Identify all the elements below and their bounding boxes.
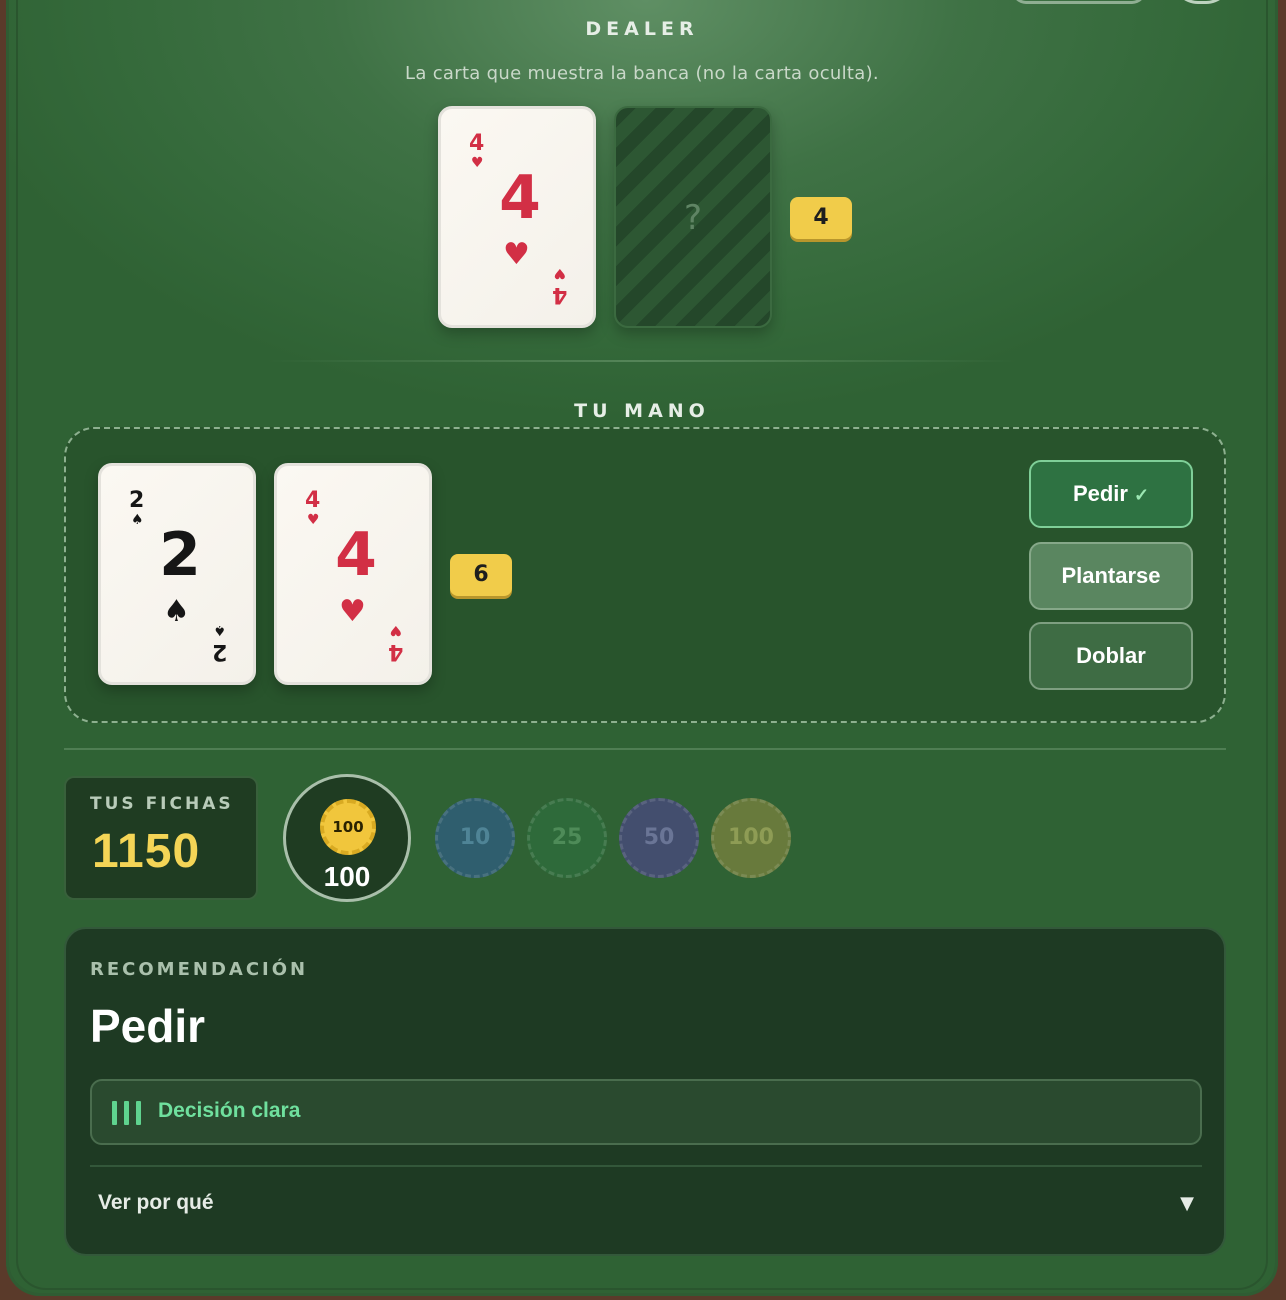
- hit-button-label: Pedir: [1072, 481, 1128, 506]
- confidence-badge: Decisión clara: [90, 1079, 1202, 1145]
- chip-balance-label: TUS FICHAS: [90, 794, 234, 814]
- recommendation-label: RECOMENDACIÓN: [90, 959, 309, 980]
- card-corner-rank: 4: [305, 488, 321, 513]
- top-menu-button[interactable]: [1012, 0, 1146, 4]
- bet-chip: 100: [320, 799, 376, 855]
- why-toggle-label: Ver por qué: [98, 1191, 214, 1214]
- bet-amount: 100: [323, 861, 371, 892]
- dealer-title: DEALER: [585, 18, 699, 40]
- chip-10[interactable]: 10: [435, 798, 515, 878]
- heart-icon: ♥: [503, 237, 530, 272]
- card-corner-rank: 2: [211, 639, 227, 664]
- card-corner-rank: 4: [469, 131, 485, 156]
- chip-25[interactable]: 25: [527, 798, 607, 878]
- heart-icon: ♥: [553, 265, 566, 281]
- top-round-button[interactable]: [1172, 0, 1232, 4]
- confidence-text: Decisión clara: [158, 1099, 301, 1122]
- chip-50[interactable]: 50: [619, 798, 699, 878]
- recommendation-panel: RECOMENDACIÓN Pedir Decisión clara Ver p…: [64, 927, 1226, 1256]
- recommendation-action: Pedir: [90, 1000, 206, 1052]
- stand-button[interactable]: Plantarse: [1029, 542, 1193, 610]
- hit-button[interactable]: Pedir ✓: [1029, 460, 1193, 528]
- question-icon: ?: [683, 198, 703, 238]
- card-corner-inverted: 2 ♠: [211, 622, 227, 664]
- double-button[interactable]: Doblar: [1029, 622, 1193, 690]
- player-total-badge: 6: [450, 554, 512, 596]
- chip-balance-box: TUS FICHAS 1150: [64, 776, 258, 900]
- dealer-subtitle: La carta que muestra la banca (no la car…: [405, 63, 879, 84]
- card-corner-inverted: 4 ♥: [387, 622, 403, 664]
- bet-spot[interactable]: 100 100: [283, 774, 411, 902]
- spade-icon: ♠: [163, 594, 190, 629]
- confidence-bars-icon: [112, 1101, 148, 1129]
- chevron-down-icon: ▼: [1180, 1193, 1194, 1214]
- chip-balance-value: 1150: [92, 825, 201, 878]
- heart-icon: ♥: [339, 594, 366, 629]
- heart-icon: ♥: [389, 622, 402, 638]
- player-card-2: 4 ♥ 4 ♥ 4 ♥: [274, 463, 432, 685]
- blackjack-table: DEALER La carta que muestra la banca (no…: [6, 0, 1278, 1296]
- dealer-hidden-card: ?: [614, 106, 772, 328]
- divider: [266, 360, 1018, 362]
- card-center-rank: 4: [499, 163, 541, 233]
- card-center-rank: 4: [335, 520, 377, 590]
- card-corner-rank: 4: [387, 639, 403, 664]
- chip-100[interactable]: 100: [711, 798, 791, 878]
- dealer-total-badge: 4: [790, 197, 852, 239]
- divider: [64, 748, 1226, 750]
- check-icon: ✓: [1133, 485, 1150, 505]
- card-center-rank: 2: [159, 520, 201, 590]
- player-hand-title: TU MANO: [574, 400, 710, 422]
- card-corner-rank: 4: [551, 282, 567, 307]
- dealer-up-card: 4 ♥ 4 ♥ 4 ♥: [438, 106, 596, 328]
- card-corner-rank: 2: [129, 488, 145, 513]
- spade-icon: ♠: [213, 622, 226, 638]
- player-card-1: 2 ♠ 2 ♠ 2 ♠: [98, 463, 256, 685]
- card-corner-inverted: 4 ♥: [551, 265, 567, 307]
- divider: [90, 1165, 1202, 1167]
- why-toggle[interactable]: Ver por qué ▼: [90, 1175, 1202, 1235]
